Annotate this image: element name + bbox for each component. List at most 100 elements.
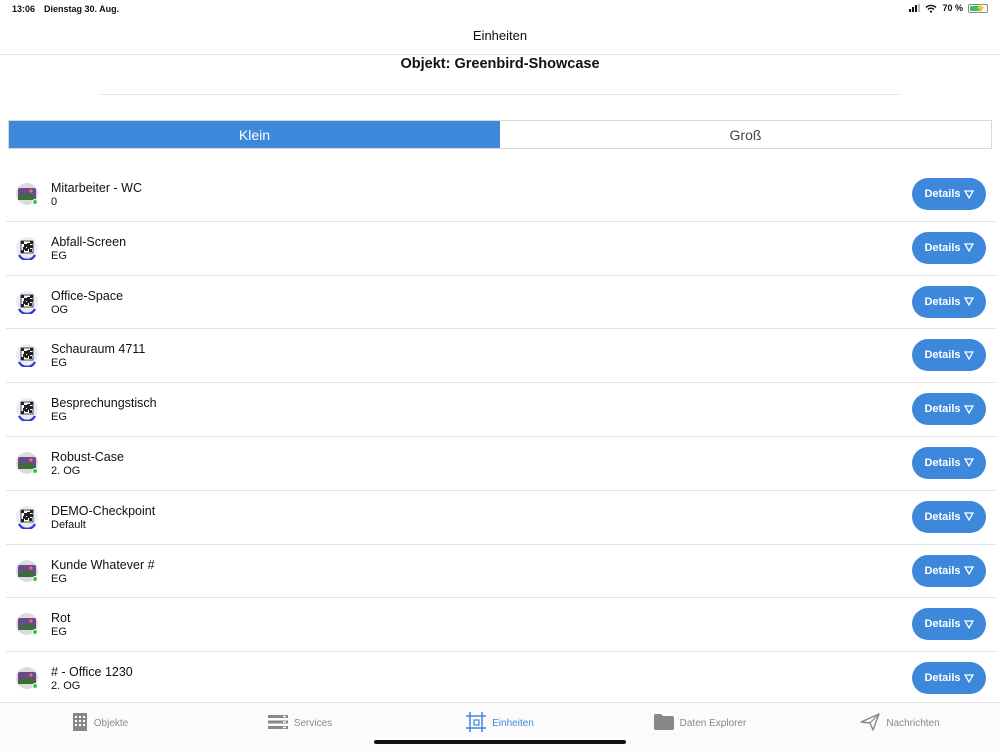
details-label: Details <box>924 672 961 685</box>
unit-name: Robust-Case <box>51 449 124 464</box>
battery-percent: 70 % <box>942 3 963 13</box>
unit-floor: EG <box>51 572 67 585</box>
unit-row: Kunde Whatever # EG Details <box>6 545 996 599</box>
triangle-down-icon <box>963 189 974 199</box>
photo-icon <box>15 559 39 583</box>
photo-icon <box>15 666 39 690</box>
details-button[interactable]: Details <box>912 285 986 318</box>
tab-label: Objekte <box>93 717 129 729</box>
tab-nachrichten[interactable]: Nachrichten <box>800 703 1000 743</box>
photo-icon <box>15 451 39 475</box>
triangle-down-icon <box>963 405 974 414</box>
unit-row: Office-Space OG Details <box>6 276 996 330</box>
unit-name: Office-Space <box>51 288 124 303</box>
triangle-down-icon <box>963 566 974 576</box>
unit-row: Besprechungstisch EG Details <box>6 383 996 437</box>
tab-label: Services <box>293 717 333 729</box>
unit-row: Abfall-Screen EG Details <box>6 222 996 276</box>
unit-name: Rot <box>51 611 71 626</box>
details-button[interactable]: Details <box>912 393 986 426</box>
wifi-icon <box>925 4 937 13</box>
unit-floor: 2. OG <box>51 464 81 477</box>
battery-icon: ⚡ <box>968 3 988 13</box>
page-title: Objekt: Greenbird-Showcase <box>400 56 600 72</box>
tab-daten-explorer[interactable]: Daten Explorer <box>600 703 800 743</box>
unit-name: Schauraum 4711 <box>51 342 146 357</box>
segment-klein[interactable]: Klein <box>9 121 500 148</box>
photo-icon <box>15 612 39 636</box>
units-icon <box>466 711 487 735</box>
unit-row: Schauraum 4711 EG Details <box>6 329 996 384</box>
photo-icon <box>15 182 39 206</box>
details-button[interactable]: Details <box>912 446 986 479</box>
unit-floor: EG <box>51 249 67 262</box>
services-icon <box>267 714 288 733</box>
triangle-down-icon <box>963 458 974 468</box>
building-icon <box>72 712 88 735</box>
unit-name: Abfall-Screen <box>51 234 127 249</box>
details-button[interactable]: Details <box>912 662 986 695</box>
details-label: Details <box>924 188 961 200</box>
details-label: Details <box>924 241 961 254</box>
unit-floor: EG <box>51 411 67 424</box>
unit-floor: EG <box>51 626 67 639</box>
details-button[interactable]: Details <box>912 339 986 372</box>
segment-gross[interactable]: Groß <box>500 121 991 148</box>
details-label: Details <box>924 349 961 362</box>
triangle-down-icon <box>963 512 974 522</box>
qr-code-icon <box>15 343 39 369</box>
unit-name: # - Office 1230 <box>51 665 133 680</box>
qr-code-icon <box>15 505 39 530</box>
details-label: Details <box>924 403 961 416</box>
unit-row: Robust-Case 2. OG Details <box>6 437 996 491</box>
status-bar: 13:06 Dienstag 30. Aug. 70 % ⚡ <box>0 0 1000 18</box>
tab-objekte[interactable]: Objekte <box>0 703 200 743</box>
details-label: Details <box>924 618 961 631</box>
tab-label: Daten Explorer <box>679 717 747 729</box>
qr-code-icon <box>15 236 39 261</box>
send-icon <box>860 712 881 734</box>
unit-row: DEMO-Checkpoint Default Details <box>6 491 996 545</box>
cellular-signal-icon <box>909 4 921 12</box>
tab-label: Nachrichten <box>886 717 940 729</box>
details-label: Details <box>924 510 961 523</box>
triangle-down-icon <box>963 297 974 307</box>
size-segmented-control: Klein Groß <box>8 120 992 149</box>
folder-icon <box>653 713 674 733</box>
unit-row: Mitarbeiter - WC 0 Details <box>6 168 996 222</box>
tab-services[interactable]: Services <box>200 703 400 743</box>
unit-floor: Default <box>51 518 86 531</box>
details-label: Details <box>924 295 961 308</box>
unit-floor: 0 <box>51 196 58 208</box>
unit-floor: 2. OG <box>51 680 81 693</box>
nav-title: Einheiten <box>472 28 528 43</box>
unit-floor: OG <box>51 303 69 316</box>
tab-einheiten[interactable]: Einheiten <box>400 703 600 743</box>
unit-name: Mitarbeiter - WC <box>51 181 142 195</box>
triangle-down-icon <box>963 620 974 629</box>
status-date: Dienstag 30. Aug. <box>44 4 120 14</box>
home-indicator[interactable] <box>374 740 626 744</box>
details-label: Details <box>924 564 961 577</box>
details-button[interactable]: Details <box>912 608 986 641</box>
unit-row: # - Office 1230 2. OG Details <box>6 652 996 706</box>
unit-name: Besprechungstisch <box>51 396 157 411</box>
details-button[interactable]: Details <box>912 231 986 264</box>
units-list: Mitarbeiter - WC 0 Details Abfall-Screen EG D… <box>6 168 996 706</box>
details-button[interactable]: Details <box>912 500 986 533</box>
qr-code-icon <box>15 397 39 423</box>
navigation-bar: Einheiten <box>0 22 1000 55</box>
status-time: 13:06 <box>12 4 36 14</box>
details-button[interactable]: Details <box>912 554 986 587</box>
unit-row: Rot EG Details <box>6 598 996 653</box>
header-divider <box>100 94 900 95</box>
tab-label: Einheiten <box>492 717 534 729</box>
status-indicators: 70 % ⚡ <box>909 3 988 13</box>
unit-name: DEMO-Checkpoint <box>51 503 156 518</box>
details-button[interactable]: Details <box>912 178 986 210</box>
unit-name: Kunde Whatever # <box>51 557 155 572</box>
unit-floor: EG <box>51 357 67 370</box>
triangle-down-icon <box>963 351 974 360</box>
triangle-down-icon <box>963 243 974 253</box>
qr-code-icon <box>15 290 39 315</box>
